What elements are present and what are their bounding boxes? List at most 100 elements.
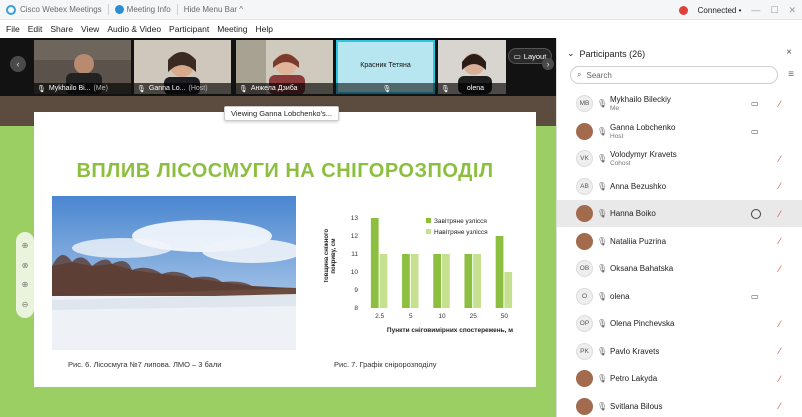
maximize-button[interactable]: ☐ (770, 5, 778, 16)
sort-options-icon[interactable]: ≡ (788, 69, 794, 80)
chevron-down-icon[interactable]: ⌄ (567, 48, 575, 59)
bar-leeward (433, 254, 441, 308)
participant-role: Me (610, 105, 620, 112)
menu-participant[interactable]: Participant (169, 24, 209, 34)
connection-status[interactable]: Connected • (698, 6, 742, 15)
x-tick-label: 10 (438, 313, 446, 320)
tile-name: olena (466, 85, 485, 92)
minimize-button[interactable]: — (751, 5, 760, 15)
meeting-info-link[interactable]: Meeting Info (127, 5, 171, 14)
tile-center-name: Красник Тетяна (360, 62, 411, 69)
legend-swatch-2 (426, 229, 431, 234)
y-tick-label: 13 (351, 215, 359, 222)
info-icon[interactable] (114, 5, 124, 14)
participant-row[interactable]: MB 🎙 Mykhailo Bileckiy Me ▭ ⁄ (557, 90, 802, 117)
menu-meeting[interactable]: Meeting (217, 24, 247, 34)
muted-mic-icon[interactable]: ⁄ (779, 264, 781, 274)
tile-nameplate: 🎙 Ganna Lo... (Host) (134, 83, 231, 94)
video-tile-active[interactable]: Красник Тетяна 🎙 (336, 40, 435, 94)
chart-y-ticks: 13 12 11 10 9 8 (351, 215, 359, 312)
close-panel-button[interactable]: × (786, 47, 792, 58)
x-tick-label: 2.5 (375, 313, 384, 320)
mic-icon: 🎙 (597, 374, 608, 383)
avatar (576, 232, 593, 250)
strip-prev-arrow[interactable]: ‹ (10, 56, 26, 72)
avatar: OP (576, 315, 593, 332)
strip-next-arrow[interactable]: › (542, 58, 554, 70)
muted-mic-icon[interactable]: ⁄ (779, 401, 781, 411)
participants-header[interactable]: ⌄ Participants (26) (567, 48, 645, 59)
participant-row[interactable]: 🎙 Svitlana Bilous ⁄ (557, 393, 802, 417)
muted-mic-icon[interactable]: ⁄ (779, 209, 781, 219)
mic-icon: 🎙 (597, 319, 608, 328)
video-camera-icon[interactable]: ▭ (751, 127, 759, 136)
muted-mic-icon[interactable]: ⁄ (779, 154, 781, 164)
mic-icon: 🎙 (597, 346, 608, 356)
participant-row[interactable]: OP 🎙 Olena Pinchevska ⁄ (557, 310, 802, 337)
participant-row[interactable]: 🎙 Ganna Lobchenko Host ▭ (557, 118, 802, 145)
menu-help[interactable]: Help (255, 24, 272, 34)
menu-file[interactable]: File (6, 24, 20, 34)
muted-mic-icon[interactable]: ⁄ (779, 319, 781, 329)
zoom-plus-icon[interactable]: ⊕ (22, 280, 29, 289)
webex-logo-icon (6, 4, 16, 15)
chart-ylabel-line1: Товщина сніжного (324, 229, 330, 284)
participant-row[interactable]: PK 🎙 Pavlo Kravets ⁄ (557, 338, 802, 365)
close-window-button[interactable]: ✕ (788, 5, 796, 16)
participant-row[interactable]: 🎙 Hanna Boiko ⁄ (557, 200, 802, 227)
record-icon[interactable] (678, 5, 688, 15)
menu-bar: File Edit Share View Audio & Video Parti… (0, 20, 802, 38)
avatar: AB (576, 177, 593, 195)
x-tick-label: 50 (501, 313, 509, 320)
tile-nameplate: 🎙 (336, 83, 435, 94)
video-tile[interactable]: 🎙 olena (438, 40, 506, 94)
muted-mic-icon[interactable]: ⁄ (779, 99, 781, 109)
title-bar: Cisco Webex Meetings Meeting Info Hide M… (0, 0, 802, 20)
participants-title: Participants (26) (579, 48, 646, 59)
avatar (576, 397, 593, 415)
muted-mic-icon[interactable]: ⁄ (779, 346, 781, 356)
muted-mic-icon[interactable]: ⁄ (779, 374, 781, 384)
video-camera-icon[interactable]: ▭ (751, 99, 759, 108)
avatar: O (576, 287, 593, 305)
bar-windward (379, 254, 388, 308)
video-tile[interactable]: 🎙 Анжела Дзиба (236, 40, 333, 94)
bar-leeward (495, 236, 504, 308)
slide-title: ВПЛИВ ЛІСОСМУГИ НА СНІГОРОЗПОДІЛ (76, 160, 494, 182)
tile-tag: (Me) (93, 85, 108, 92)
hide-menu-bar-button[interactable]: Hide Menu Bar ^ (184, 5, 243, 14)
chart-caption: Рис. 7. Графік сніророзподілу (334, 360, 437, 369)
chat-bubble-icon[interactable] (751, 208, 761, 219)
participant-name: Pavlo Kravets (610, 346, 660, 356)
menu-share[interactable]: Share (50, 24, 73, 34)
participant-row[interactable]: VK 🎙 Volodymyr Kravets Cohost ⁄ (557, 145, 802, 172)
participant-role: Cohost (610, 160, 631, 167)
participant-search-input[interactable]: ⌕ Search (570, 66, 778, 84)
menu-edit[interactable]: Edit (28, 24, 43, 34)
participant-name: Hanna Boiko (610, 209, 656, 218)
video-tile[interactable]: 🎙 Mykhailo Bi... (Me) (34, 40, 131, 94)
avatar (576, 122, 593, 140)
participant-row[interactable]: 🎙 Petro Lakyda ⁄ (557, 365, 802, 392)
zoom-in-icon[interactable]: ⊕ (22, 241, 29, 250)
participant-name: Petro Lakyda (610, 374, 658, 383)
video-camera-icon[interactable]: ▭ (751, 292, 759, 301)
menu-view[interactable]: View (81, 24, 99, 34)
muted-mic-icon[interactable]: ⁄ (779, 236, 781, 246)
x-tick-label: 5 (409, 313, 413, 320)
fit-icon[interactable]: ⊗ (22, 261, 29, 270)
muted-mic-icon[interactable]: ⁄ (779, 181, 781, 191)
participant-row[interactable]: O 🎙 olena ▭ (557, 283, 802, 310)
participant-row[interactable]: 🎙 Nataliia Puzrina ⁄ (557, 228, 802, 255)
zoom-out-icon[interactable]: ⊖ (22, 300, 29, 309)
menu-audio-video[interactable]: Audio & Video (107, 24, 161, 34)
snow-distribution-chart: Товщина сніжного покриву, см 1312111098 … (324, 215, 513, 334)
y-tick-label: 11 (351, 251, 358, 258)
avatar: PK (576, 342, 593, 360)
participant-row[interactable]: AB 🎙 Anna Bezushko ⁄ (557, 173, 802, 200)
mic-icon: 🎙 (239, 85, 248, 93)
tile-nameplate: 🎙 Анжела Дзиба (236, 83, 333, 94)
video-tile[interactable]: 🎙 Ganna Lo... (Host) (134, 40, 231, 94)
participant-name: Svitlana Bilous (610, 401, 663, 411)
participant-row[interactable]: OB 🎙 Oksana Bahatska ⁄ (557, 255, 802, 282)
